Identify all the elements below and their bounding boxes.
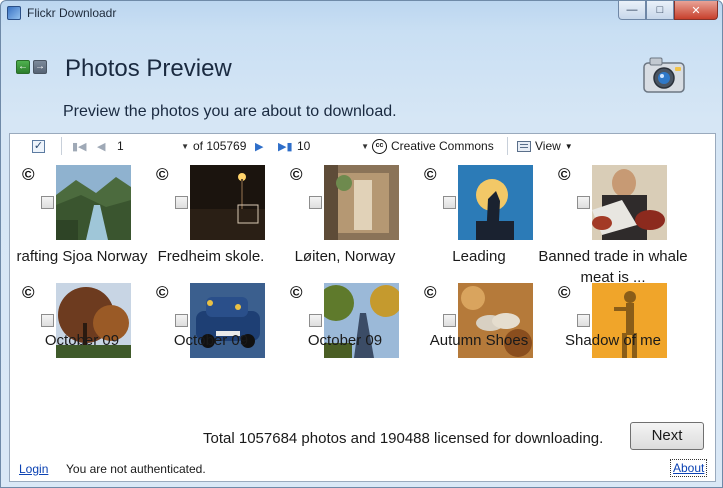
photo-thumbnail[interactable] (190, 165, 265, 240)
camera-icon (642, 54, 686, 96)
photo-checkbox[interactable] (175, 314, 188, 327)
minimize-icon: — (626, 4, 638, 16)
photo-checkbox[interactable] (309, 196, 322, 209)
maximize-button[interactable]: □ (646, 1, 674, 20)
photo-checkbox[interactable] (443, 314, 456, 327)
photo-item: © October 09 (10, 252, 144, 370)
next-button[interactable]: Next (630, 422, 704, 450)
app-window: Flickr Downloadr — □ ✕ ← → Photos Previe… (0, 0, 723, 488)
photo-item: © rafting Sjoa Norway (10, 134, 147, 265)
title-bar: Flickr Downloadr — □ ✕ (1, 1, 722, 27)
photo-item: © Banned trade in whale meat is ... (538, 134, 688, 286)
photo-item: © Løiten, Norway (278, 134, 412, 265)
photo-thumbnail[interactable] (56, 165, 131, 240)
copyright-icon: © (424, 165, 437, 184)
photo-checkbox[interactable] (41, 314, 54, 327)
photo-item: © Fredheim skole. (144, 134, 278, 265)
copyright-icon: © (156, 283, 169, 302)
photo-thumbnail[interactable] (324, 165, 399, 240)
window-title: Flickr Downloadr (27, 6, 117, 20)
app-icon (7, 6, 21, 20)
photo-thumbnail[interactable] (592, 165, 667, 240)
window-controls: — □ ✕ (618, 1, 718, 20)
auth-status: You are not authenticated. (66, 462, 206, 476)
copyright-icon: © (290, 283, 303, 302)
photo-item: © October 09 (278, 252, 412, 370)
copyright-icon: © (558, 165, 571, 184)
photo-item: © Shadow of me (546, 252, 680, 370)
copyright-icon: © (156, 165, 169, 184)
copyright-icon: © (22, 165, 35, 184)
page-subtitle: Preview the photos you are about to down… (63, 103, 397, 120)
photo-item: © Autumn Shoes (412, 252, 546, 370)
nav-arrows: ← → (16, 60, 47, 74)
photo-caption: Autumn Shoes (429, 332, 529, 349)
about-link[interactable]: About (670, 459, 708, 477)
photo-checkbox[interactable] (443, 196, 456, 209)
close-icon: ✕ (691, 4, 701, 17)
copyright-icon: © (290, 165, 303, 184)
photo-checkbox[interactable] (577, 314, 590, 327)
preview-panel: ✓ ▮◀ ◀ 1 ▼ of 105769 ▶ ▶▮ 10 ▼ cc Creati… (9, 133, 716, 482)
photo-checkbox[interactable] (309, 314, 322, 327)
photo-item: © Leading (412, 134, 546, 265)
photo-caption: October 09 (173, 332, 249, 349)
photo-caption: October 09 (307, 332, 383, 349)
photo-checkbox[interactable] (175, 196, 188, 209)
copyright-icon: © (558, 283, 571, 302)
page-title: Photos Preview (65, 55, 232, 82)
minimize-button[interactable]: — (618, 1, 646, 20)
back-icon[interactable]: ← (16, 60, 30, 74)
copyright-icon: © (22, 283, 35, 302)
login-link[interactable]: Login (19, 462, 48, 476)
forward-icon[interactable]: → (33, 60, 47, 74)
close-button[interactable]: ✕ (674, 1, 718, 20)
photo-checkbox[interactable] (41, 196, 54, 209)
maximize-icon: □ (656, 4, 664, 16)
photo-caption: Shadow of me (565, 332, 661, 349)
photo-checkbox[interactable] (577, 196, 590, 209)
photo-item: © October 09 (144, 252, 278, 370)
photo-thumbnail[interactable] (458, 165, 533, 240)
copyright-icon: © (424, 283, 437, 302)
download-summary: Total 1057684 photos and 190488 licensed… (203, 430, 604, 447)
